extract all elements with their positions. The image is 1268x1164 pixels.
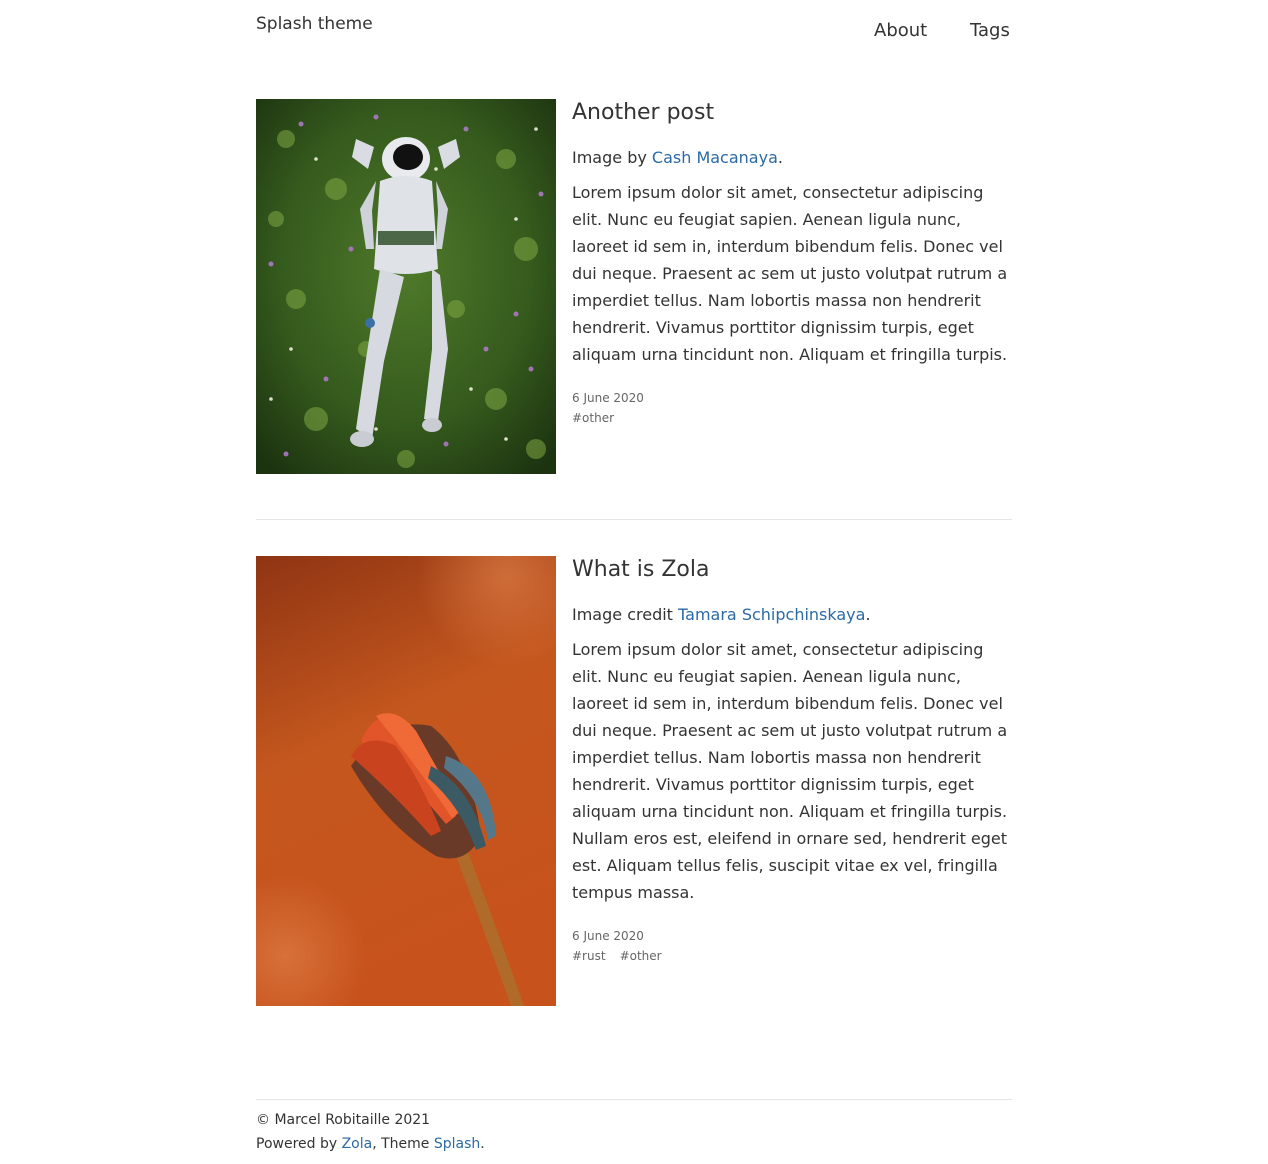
splash-link[interactable]: Splash [434, 1136, 480, 1152]
post-tags: #rust #other [572, 946, 1012, 966]
image-credit: Image by Cash Macanaya. [572, 144, 1012, 171]
powered-by: Powered by Zola, Theme Splash. [256, 1132, 485, 1156]
image-credit: Image credit Tamara Schipchinskaya. [572, 601, 1012, 628]
credit-link[interactable]: Tamara Schipchinskaya [678, 605, 865, 624]
post-title[interactable]: What is Zola [572, 556, 1012, 584]
post-date: 6 June 2020 [572, 929, 644, 943]
post-card: Another post Image by Cash Macanaya. Lor… [256, 99, 1012, 477]
post-thumbnail-astronaut[interactable] [256, 99, 556, 474]
credit-prefix: Image credit [572, 605, 679, 624]
post-title[interactable]: Another post [572, 99, 1012, 127]
nav-tags-link[interactable]: Tags [970, 20, 1010, 41]
tag-link-other[interactable]: #other [620, 949, 662, 963]
astronaut-image [256, 99, 556, 474]
post-body: Another post Image by Cash Macanaya. Lor… [572, 99, 1012, 428]
post-date: 6 June 2020 [572, 391, 644, 405]
protea-image [256, 556, 556, 1006]
post-excerpt: Lorem ipsum dolor sit amet, consectetur … [572, 640, 1008, 902]
post-excerpt: Lorem ipsum dolor sit amet, consectetur … [572, 183, 1008, 364]
post-tags: #other [572, 408, 1012, 428]
site-footer: © Marcel Robitaille 2021 Powered by Zola… [256, 1108, 485, 1156]
zola-link[interactable]: Zola [342, 1136, 373, 1152]
tag-link-rust[interactable]: #rust [572, 949, 606, 963]
post-body: What is Zola Image credit Tamara Schipch… [572, 556, 1012, 966]
credit-prefix: Image by [572, 148, 652, 167]
post-thumbnail-protea[interactable] [256, 556, 556, 1006]
site-title[interactable]: Splash theme [256, 14, 373, 34]
credit-link[interactable]: Cash Macanaya [652, 148, 778, 167]
footer-end: . [480, 1136, 485, 1152]
credit-suffix: . [777, 148, 783, 167]
copyright: © Marcel Robitaille 2021 [256, 1112, 431, 1128]
nav-about-link[interactable]: About [874, 20, 927, 41]
post-card: What is Zola Image credit Tamara Schipch… [256, 556, 1012, 1006]
footer-separator [256, 1099, 1012, 1100]
tag-link-other[interactable]: #other [572, 411, 614, 425]
credit-suffix: . [865, 605, 871, 624]
theme-text: , Theme [372, 1136, 434, 1152]
powered-prefix: Powered by [256, 1136, 342, 1152]
post-separator [256, 519, 1012, 520]
